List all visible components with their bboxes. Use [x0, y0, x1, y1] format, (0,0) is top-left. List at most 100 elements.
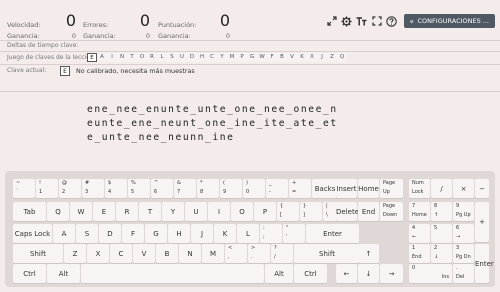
- key-z[interactable]: Z: [64, 244, 86, 263]
- num9-key[interactable]: 9 Pg Up: [453, 202, 474, 221]
- key-4[interactable]: $4: [105, 179, 127, 198]
- key-sym[interactable]: :;: [260, 224, 282, 243]
- left-ctrl-key[interactable]: Ctrl: [13, 264, 46, 283]
- expand-icon[interactable]: [326, 16, 337, 27]
- key-s[interactable]: S: [76, 224, 98, 243]
- lesson-key-chip: V: [287, 53, 297, 62]
- key-5[interactable]: % 5: [128, 179, 150, 198]
- num6-key[interactable]: 6 →: [453, 224, 474, 243]
- lesson-keys-label: Juego de claves de la lección:: [7, 54, 96, 61]
- key-a[interactable]: A: [53, 224, 75, 243]
- key-q[interactable]: Q: [47, 202, 69, 221]
- delete-key[interactable]: Delete: [336, 202, 359, 221]
- key-f[interactable]: F: [122, 224, 144, 243]
- num0-key[interactable]: 0 Ins: [409, 264, 452, 283]
- key-2[interactable]: @2: [59, 179, 81, 198]
- page-up-key[interactable]: Page Up: [380, 179, 403, 198]
- key-label: Z: [72, 249, 78, 258]
- key-sym[interactable]: >.: [248, 244, 270, 263]
- num3-key[interactable]: 3 Pg Dn: [453, 244, 474, 263]
- key-label: V: [141, 249, 147, 258]
- num8-key[interactable]: 8 ↑: [431, 202, 452, 221]
- key-sym[interactable]: <,: [225, 244, 247, 263]
- end-key[interactable]: End: [358, 202, 379, 221]
- key-label: M: [209, 249, 217, 258]
- key--[interactable]: _ -: [266, 179, 288, 198]
- key-p[interactable]: P: [254, 202, 276, 221]
- key-r[interactable]: R: [116, 202, 138, 221]
- key-j[interactable]: J: [191, 224, 213, 243]
- key-n[interactable]: N: [179, 244, 201, 263]
- key-t[interactable]: T: [139, 202, 161, 221]
- settings-button[interactable]: CONFIGURACIONES ...: [404, 14, 495, 28]
- key-label: G: [153, 229, 159, 238]
- key-y[interactable]: Y: [162, 202, 184, 221]
- key-k[interactable]: K: [214, 224, 236, 243]
- gear-icon[interactable]: [341, 15, 352, 27]
- key-c[interactable]: C: [110, 244, 132, 263]
- key-label: X: [95, 249, 101, 258]
- num2-key[interactable]: 2 ↓: [431, 244, 452, 263]
- arrow-right-key[interactable]: →: [380, 264, 403, 283]
- insert-key[interactable]: Insert: [336, 179, 357, 198]
- num1-key[interactable]: 1 End: [409, 244, 430, 263]
- key-8[interactable]: * 8: [197, 179, 219, 198]
- arrow-down-key[interactable]: ↓: [358, 264, 379, 283]
- left-alt-key[interactable]: Alt: [47, 264, 80, 283]
- num-multiply-key[interactable]: ×: [453, 179, 474, 198]
- num7-key[interactable]: 7 Home: [409, 202, 430, 221]
- space-key[interactable]: [81, 264, 264, 283]
- key-e[interactable]: E: [93, 202, 115, 221]
- num-enter-key[interactable]: Enter: [475, 244, 494, 283]
- key-w[interactable]: W: [70, 202, 92, 221]
- key-l[interactable]: L: [237, 224, 259, 243]
- key-6[interactable]: ^ 6: [151, 179, 173, 198]
- key-sym[interactable]: ? /: [271, 244, 293, 263]
- key-3[interactable]: #3: [82, 179, 104, 198]
- key-1[interactable]: ! 1: [36, 179, 58, 198]
- key-label: &: [177, 180, 181, 186]
- key-sym[interactable]: {[: [277, 202, 299, 221]
- key-i[interactable]: I: [208, 202, 230, 221]
- key-9[interactable]: (9: [220, 179, 242, 198]
- num-decimal-key[interactable]: . Del: [453, 264, 474, 283]
- key-g[interactable]: G: [145, 224, 167, 243]
- key-h[interactable]: H: [168, 224, 190, 243]
- key-x[interactable]: X: [87, 244, 109, 263]
- fullscreen-icon[interactable]: [371, 16, 382, 27]
- key-d[interactable]: D: [99, 224, 121, 243]
- numlock-key[interactable]: Num Lock: [409, 179, 430, 198]
- num-add-key[interactable]: +: [475, 202, 489, 242]
- key-o[interactable]: O: [231, 202, 253, 221]
- right-ctrl-key[interactable]: Ctrl: [294, 264, 327, 283]
- key-`[interactable]: ~ `: [13, 179, 35, 198]
- page-down-key[interactable]: Page Down: [380, 202, 403, 221]
- key-label: Up: [383, 189, 390, 196]
- key-=[interactable]: + =: [289, 179, 311, 198]
- enter-key[interactable]: Enter: [306, 224, 359, 243]
- left-shift-key[interactable]: Shift: [13, 244, 63, 263]
- tab-key[interactable]: Tab: [13, 202, 46, 221]
- speed-value: 0: [65, 11, 76, 30]
- right-shift-key[interactable]: Shift: [294, 244, 360, 263]
- arrow-up-key[interactable]: ↑: [358, 244, 379, 263]
- key-v[interactable]: V: [133, 244, 155, 263]
- key-sym[interactable]: " ': [283, 224, 305, 243]
- key-7[interactable]: & 7: [174, 179, 196, 198]
- key-0[interactable]: ) 0: [243, 179, 265, 198]
- num-subtract-key[interactable]: −: [475, 179, 489, 198]
- arrow-left-key[interactable]: ←: [336, 264, 357, 283]
- caps-lock-key[interactable]: Caps Lock: [13, 224, 52, 243]
- home-key[interactable]: Home: [358, 179, 379, 198]
- key-m[interactable]: M: [202, 244, 224, 263]
- key-b[interactable]: B: [156, 244, 178, 263]
- font-size-icon[interactable]: [356, 16, 367, 27]
- num-divide-key[interactable]: /: [431, 179, 452, 198]
- key-sym[interactable]: }]: [300, 202, 322, 221]
- help-icon[interactable]: [386, 15, 397, 27]
- right-alt-key[interactable]: Alt: [265, 264, 293, 283]
- key-u[interactable]: U: [185, 202, 207, 221]
- num5-key[interactable]: 5: [431, 224, 452, 243]
- num4-key[interactable]: 4 ←: [409, 224, 430, 243]
- errors-gain-value: 0: [145, 32, 150, 40]
